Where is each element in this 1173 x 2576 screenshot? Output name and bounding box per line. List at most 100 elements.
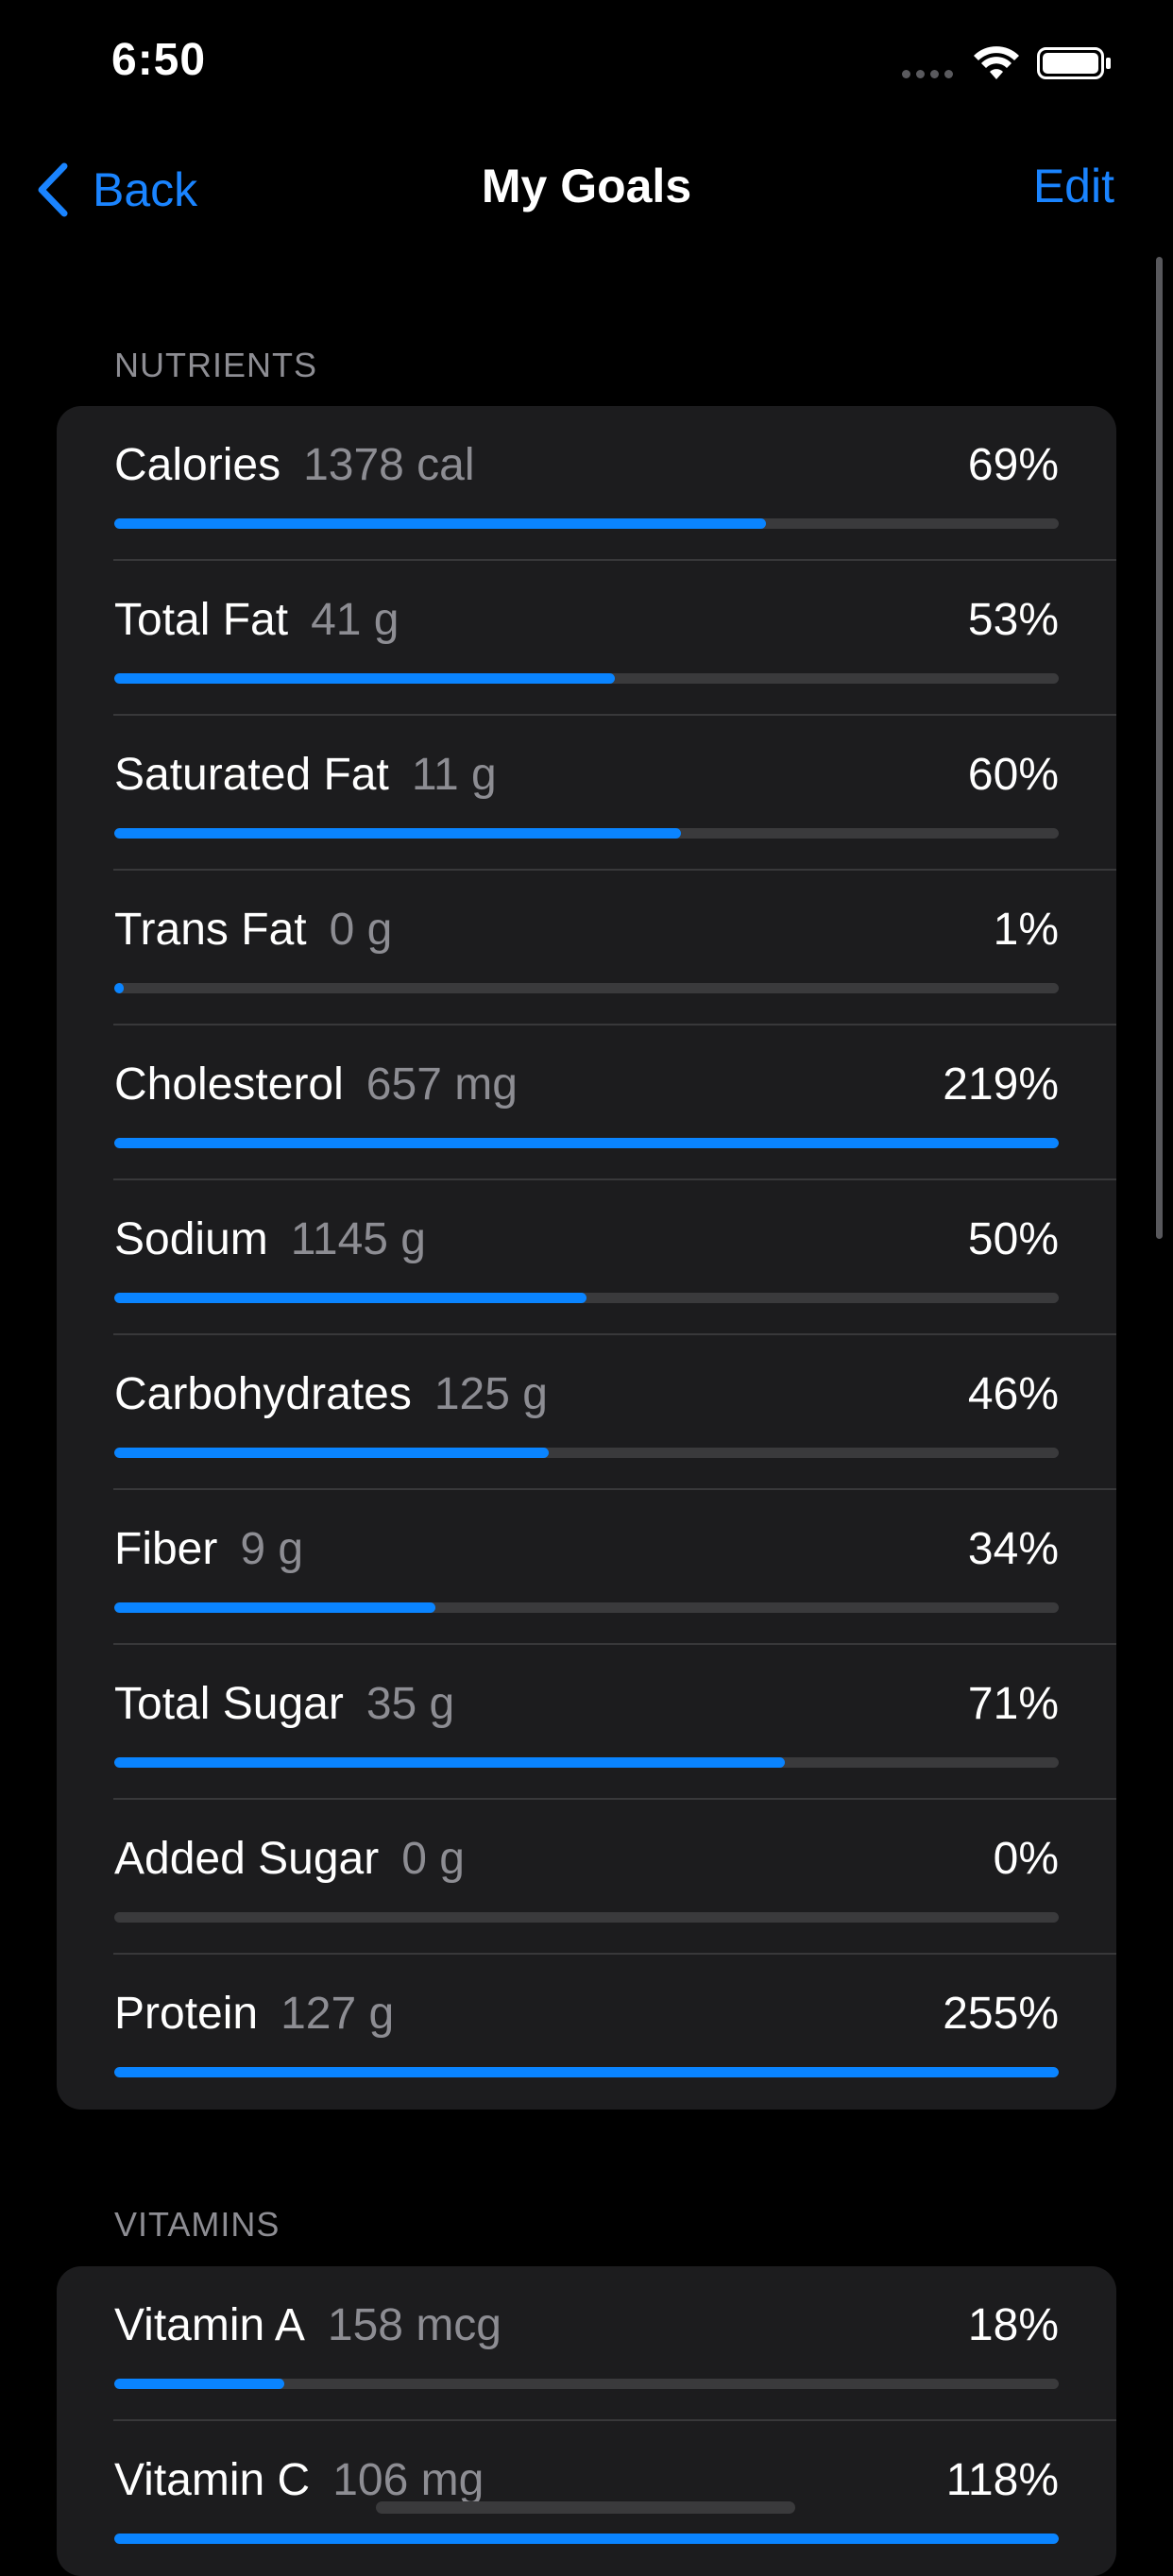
goal-name: Cholesterol 657 mg [114, 1059, 518, 1110]
edit-button[interactable]: Edit [1033, 159, 1114, 213]
goal-row-total-fat[interactable]: Total Fat 41 g 53% [57, 561, 1116, 716]
goal-label: Vitamin C [114, 2455, 311, 2505]
wifi-icon [974, 46, 1019, 79]
navigation-bar: Back My Goals Edit [0, 132, 1173, 246]
goal-name: Saturated Fat 11 g [114, 749, 497, 801]
progress-bar-fill [114, 1757, 785, 1768]
goal-label: Total Fat [114, 595, 289, 645]
goal-percent: 118% [945, 2455, 1059, 2505]
goal-row-trans-fat[interactable]: Trans Fat 0 g 1% [57, 871, 1116, 1025]
goal-percent: 71% [967, 1679, 1059, 1729]
progress-bar [114, 1293, 1059, 1303]
goal-row-saturated-fat[interactable]: Saturated Fat 11 g 60% [57, 716, 1116, 871]
progress-bar [114, 2379, 1059, 2389]
cellular-signal-icon [902, 70, 953, 78]
goal-name: Vitamin A 158 mcg [114, 2299, 502, 2351]
progress-bar [114, 983, 1059, 993]
goal-amount: 657 mg [366, 1059, 518, 1110]
progress-bar [114, 828, 1059, 839]
goal-percent: 219% [943, 1059, 1059, 1110]
goal-percent: 0% [993, 1834, 1059, 1884]
goal-row-added-sugar[interactable]: Added Sugar 0 g 0% [57, 1800, 1116, 1955]
goal-label: Vitamin A [114, 2300, 305, 2350]
goal-amount: 0 g [401, 1834, 465, 1884]
goal-name: Calories 1378 cal [114, 439, 475, 491]
progress-bar-fill [114, 2379, 284, 2389]
section-header-vitamins: VITAMINS [114, 2205, 280, 2244]
goal-amount: 125 g [434, 1369, 548, 1419]
progress-bar-fill [114, 518, 766, 529]
progress-bar [114, 2067, 1059, 2077]
progress-bar [114, 1138, 1059, 1148]
goal-amount: 127 g [280, 1989, 395, 2039]
goal-row-vitamin-a[interactable]: Vitamin A 158 mcg 18% [57, 2266, 1116, 2421]
goal-amount: 1145 g [290, 1214, 426, 1264]
goal-label: Cholesterol [114, 1059, 344, 1110]
progress-bar [114, 518, 1059, 529]
goal-amount: 106 mg [332, 2455, 484, 2505]
section-header-nutrients: NUTRIENTS [114, 346, 317, 384]
progress-bar [114, 1912, 1059, 1923]
goal-name: Carbohydrates 125 g [114, 1368, 548, 1420]
goal-row-carbohydrates[interactable]: Carbohydrates 125 g 46% [57, 1335, 1116, 1490]
goal-label: Calories [114, 440, 281, 490]
goal-amount: 35 g [366, 1679, 455, 1729]
goal-name: Sodium 1145 g [114, 1213, 426, 1265]
progress-bar [114, 2534, 1059, 2544]
progress-bar-fill [114, 1293, 586, 1303]
progress-bar-fill [114, 1138, 1059, 1148]
progress-bar-fill [114, 2067, 1059, 2077]
status-bar: 6:50 [0, 0, 1173, 132]
goal-percent: 53% [967, 595, 1059, 645]
goal-amount: 1378 cal [303, 440, 475, 490]
goal-amount: 0 g [329, 905, 393, 955]
goal-label: Sodium [114, 1214, 268, 1264]
goal-label: Saturated Fat [114, 750, 389, 800]
goal-label: Fiber [114, 1524, 218, 1574]
goal-name: Total Sugar 35 g [114, 1678, 454, 1730]
status-time: 6:50 [111, 35, 207, 85]
progress-bar [114, 1448, 1059, 1458]
goal-percent: 60% [967, 750, 1059, 800]
goal-percent: 69% [967, 440, 1059, 490]
goal-row-cholesterol[interactable]: Cholesterol 657 mg 219% [57, 1025, 1116, 1180]
home-indicator [376, 2501, 795, 2514]
goal-row-calories[interactable]: Calories 1378 cal 69% [57, 406, 1116, 561]
goal-label: Added Sugar [114, 1834, 380, 1884]
progress-bar-fill [114, 2534, 1059, 2544]
goal-percent: 255% [943, 1989, 1059, 2039]
progress-bar-fill [114, 828, 681, 839]
goal-percent: 46% [967, 1369, 1059, 1419]
goal-name: Trans Fat 0 g [114, 904, 392, 956]
goal-name: Protein 127 g [114, 1988, 394, 2040]
vitamins-card: Vitamin A 158 mcg 18% Vitamin C 106 mg 118% [57, 2266, 1116, 2576]
progress-bar-fill [114, 1602, 435, 1613]
goal-row-sodium[interactable]: Sodium 1145 g 50% [57, 1180, 1116, 1335]
goal-label: Trans Fat [114, 905, 307, 955]
battery-icon [1037, 47, 1111, 79]
progress-bar-fill [114, 673, 615, 684]
goal-percent: 50% [967, 1214, 1059, 1264]
progress-bar-fill [114, 983, 124, 993]
goal-amount: 9 g [240, 1524, 304, 1574]
goal-amount: 11 g [411, 750, 497, 800]
goal-row-total-sugar[interactable]: Total Sugar 35 g 71% [57, 1645, 1116, 1800]
nutrients-card: Calories 1378 cal 69% Total Fat 41 g 53% Satur… [57, 406, 1116, 2110]
goal-name: Total Fat 41 g [114, 594, 400, 646]
goal-percent: 18% [967, 2300, 1059, 2350]
goal-row-vitamin-c[interactable]: Vitamin C 106 mg 118% [57, 2421, 1116, 2576]
progress-bar [114, 1602, 1059, 1613]
goal-name: Fiber 9 g [114, 1523, 303, 1575]
goal-percent: 1% [993, 905, 1059, 955]
goal-name: Added Sugar 0 g [114, 1833, 465, 1885]
goal-row-protein[interactable]: Protein 127 g 255% [57, 1955, 1116, 2110]
goal-row-fiber[interactable]: Fiber 9 g 34% [57, 1490, 1116, 1645]
page-title: My Goals [481, 160, 692, 212]
goal-name: Vitamin C 106 mg [114, 2454, 484, 2506]
goal-percent: 34% [967, 1524, 1059, 1574]
goal-label: Carbohydrates [114, 1369, 412, 1419]
goal-amount: 41 g [311, 595, 400, 645]
progress-bar-fill [114, 1448, 549, 1458]
scroll-indicator[interactable] [1156, 257, 1163, 1239]
goal-amount: 158 mcg [327, 2300, 502, 2350]
